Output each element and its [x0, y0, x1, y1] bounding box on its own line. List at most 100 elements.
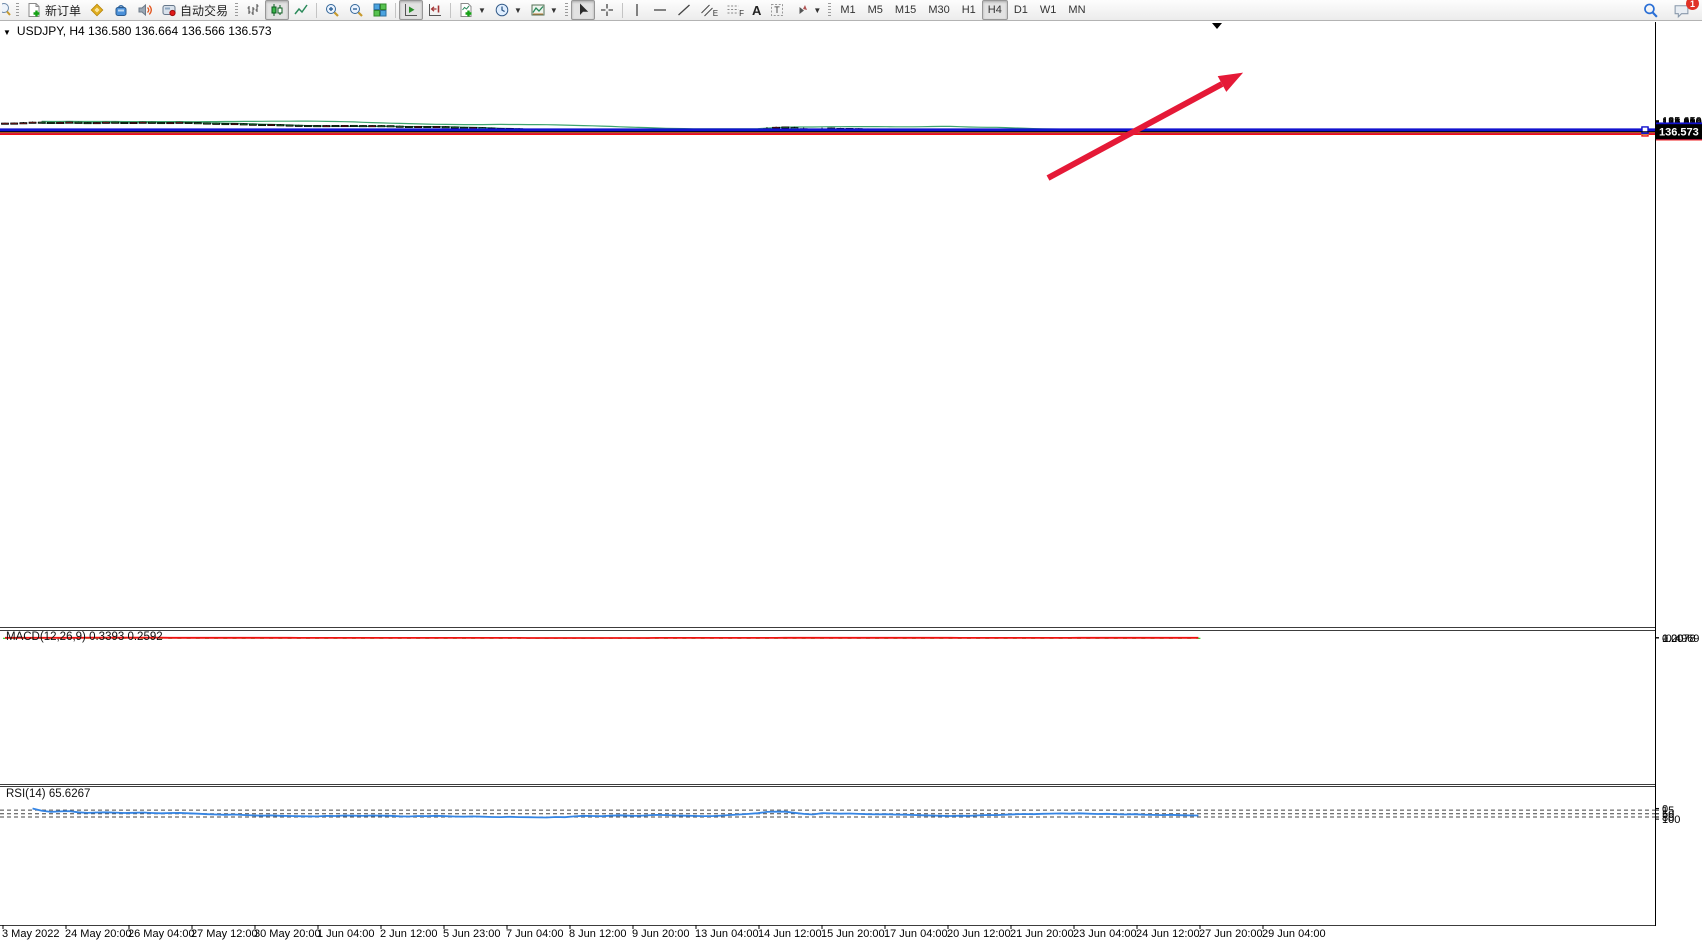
candle	[213, 123, 220, 125]
equidistant-channel-icon	[700, 2, 714, 18]
candle	[387, 125, 394, 126]
fibonacci-icon	[726, 2, 740, 18]
candle-body	[75, 122, 82, 123]
timeframe-mn-button[interactable]: MN	[1062, 0, 1091, 20]
axis-tick-label: 24 May 20:00	[65, 928, 132, 940]
line-chart-button[interactable]	[289, 0, 313, 20]
zoom-out-button[interactable]	[344, 0, 368, 20]
timeframe-m5-button[interactable]: M5	[862, 0, 889, 20]
tile-windows-button[interactable]	[368, 0, 392, 20]
autotrading-button[interactable]: 自动交易	[157, 0, 232, 20]
timeframe-w1-button[interactable]: W1	[1034, 0, 1063, 20]
axis-tick-label: 2 Jun 12:00	[380, 928, 438, 940]
candle	[102, 122, 109, 124]
text-button[interactable]: A	[748, 0, 765, 20]
candle-body	[38, 122, 45, 123]
cursor-button[interactable]	[571, 0, 595, 20]
candle-body	[387, 126, 394, 127]
price-axis[interactable]: 135.870135.190134.510133.830133.150132.4…	[1655, 116, 1702, 141]
timeframe-d1-button[interactable]: D1	[1008, 0, 1034, 20]
candle-body	[47, 122, 54, 123]
axis-tick-label: 136.573	[1659, 127, 1699, 139]
arrows-button[interactable]: ▼	[789, 0, 825, 20]
horizontal-line-button[interactable]	[648, 0, 672, 20]
market-button[interactable]	[109, 0, 133, 20]
candle-body	[102, 122, 109, 123]
candle	[249, 124, 256, 126]
candle-body	[268, 124, 275, 125]
fibonacci-button[interactable]: F	[722, 0, 748, 20]
candle	[222, 123, 229, 125]
axis-tick-label: 14 Jun 12:00	[758, 928, 822, 940]
notification-badge: 1	[1686, 0, 1699, 10]
templates-icon	[530, 2, 546, 18]
crosshair-button[interactable]	[595, 0, 619, 20]
timeframe-m15-button[interactable]: M15	[889, 0, 922, 20]
timeframe-m1-button[interactable]: M1	[834, 0, 861, 20]
toolbar-separator	[622, 3, 623, 18]
candlestick-icon	[269, 2, 285, 18]
equidistant-channel-button[interactable]: E	[696, 0, 722, 20]
candle-body	[194, 123, 201, 124]
signals-icon	[137, 2, 153, 18]
candle	[773, 127, 780, 129]
timeframe-h4-button[interactable]: H4	[982, 0, 1008, 20]
timeframe-h1-button[interactable]: H1	[956, 0, 982, 20]
candlestick-button[interactable]	[265, 0, 289, 20]
macd-label: MACD(12,26,9) 0.3393 0.2592	[6, 631, 163, 643]
search-button[interactable]	[1638, 0, 1663, 20]
toolbar-grip[interactable]	[16, 3, 19, 17]
candle	[304, 125, 311, 127]
candle-body	[240, 124, 247, 125]
axis-tick-label: 23 Jun 04:00	[1073, 928, 1137, 940]
candle	[314, 125, 321, 127]
metaeditor-icon	[89, 2, 105, 18]
candle	[259, 124, 266, 126]
toolbar-grip[interactable]	[565, 3, 568, 17]
candle	[130, 122, 137, 124]
vertical-line-button[interactable]	[626, 0, 648, 20]
candle	[203, 122, 210, 124]
tile-windows-icon	[372, 2, 388, 18]
candle-body	[139, 122, 146, 123]
candle	[84, 122, 91, 124]
candle-body	[405, 126, 412, 127]
chart-shift-button[interactable]	[423, 0, 447, 20]
metaeditor-button[interactable]	[85, 0, 109, 20]
bar-chart-icon	[245, 2, 261, 18]
bar-chart-button[interactable]	[241, 0, 265, 20]
indicators-button[interactable]: ▼	[454, 0, 490, 20]
toolbar-grip[interactable]	[828, 3, 831, 17]
axis-tick-label: 27 Jun 20:00	[1199, 928, 1263, 940]
axis-tick-label: 7 Jun 04:00	[506, 928, 564, 940]
zoom-out-icon	[348, 2, 364, 18]
candle	[332, 125, 339, 127]
axis-tick-label: 20 Jun 12:00	[947, 928, 1011, 940]
notifications-button[interactable]: 1	[1669, 0, 1694, 20]
signals-button[interactable]	[133, 0, 157, 20]
chart-canvas[interactable]: 1.20780.00-0.49691008050150135.870135.19…	[0, 0, 1702, 943]
new-order-icon	[26, 2, 42, 18]
new-order-button[interactable]: 新订单	[22, 0, 85, 20]
time-axis[interactable]: 3 May 202224 May 20:0026 May 04:0027 May…	[2, 925, 1326, 940]
clock-icon	[494, 2, 510, 18]
candle	[2, 123, 9, 125]
axis-tick-label: 3 May 2022	[2, 928, 59, 940]
candle-body	[121, 122, 128, 123]
zoom-in-button[interactable]	[320, 0, 344, 20]
candle-body	[451, 127, 458, 128]
candle	[11, 122, 18, 124]
text-label-button[interactable]: T	[765, 0, 789, 20]
new-chart-button[interactable]	[2, 1, 13, 19]
timeframe-m30-button[interactable]: M30	[922, 0, 955, 20]
toolbar-grip[interactable]	[235, 3, 238, 17]
periods-button[interactable]: ▼	[490, 0, 526, 20]
terminal-window: 新订单	[0, 0, 1702, 943]
chevron-down-icon: ▼	[550, 6, 558, 15]
candle	[47, 122, 54, 124]
trendline-button[interactable]	[672, 0, 696, 20]
axis-tick-label: 26 May 04:00	[128, 928, 195, 940]
templates-button[interactable]: ▼	[526, 0, 562, 20]
candle	[167, 122, 174, 124]
auto-scroll-button[interactable]	[399, 0, 423, 20]
